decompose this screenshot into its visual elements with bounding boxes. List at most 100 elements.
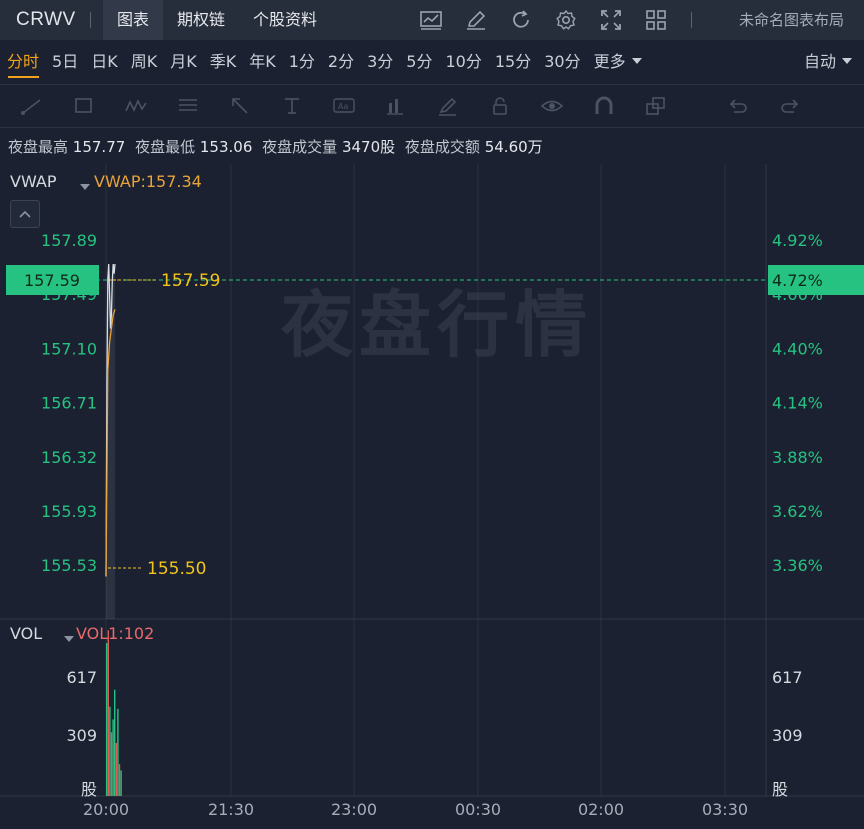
vol-tick-label: 617: [66, 668, 97, 687]
vol-tick-label: 309: [66, 726, 97, 745]
rectangle-tool-icon[interactable]: [72, 96, 96, 116]
period-daily[interactable]: 日K: [84, 40, 124, 84]
vol-indicator-name[interactable]: VOL: [10, 624, 42, 643]
price-tick-label: 155.53: [41, 556, 97, 575]
chevron-down-icon[interactable]: [80, 184, 90, 190]
price-tick-label: 157.10: [41, 339, 97, 358]
vol-indicator-value: VOL1:102: [76, 624, 155, 643]
arrow-tool-icon[interactable]: [228, 96, 252, 116]
ticker-symbol[interactable]: CRWV: [0, 9, 100, 31]
period-bar: 分时 5日 日K 周K 月K 季K 年K 1分 2分 3分 5分 10分 15分…: [0, 40, 864, 84]
vol-tick-label-right: 309: [772, 726, 803, 745]
pct-tick-label: 4.40%: [772, 339, 823, 358]
period-quarterly[interactable]: 季K: [203, 40, 243, 84]
period-10m[interactable]: 10分: [438, 40, 487, 84]
refresh-icon[interactable]: [510, 9, 532, 31]
trendline-tool-icon[interactable]: [20, 96, 44, 116]
session-stats: 夜盘最高 157.77 夜盘最低 153.06 夜盘成交量 3470股 夜盘成交…: [8, 136, 548, 157]
text-tool-icon[interactable]: Aa: [332, 96, 356, 116]
tab-chart[interactable]: 图表: [103, 0, 164, 40]
period-weekly[interactable]: 周K: [124, 40, 164, 84]
gear-icon[interactable]: [555, 9, 577, 31]
stat-low-value: 153.06: [199, 138, 253, 156]
volume-bar: [118, 764, 121, 796]
volume-bar: [106, 643, 108, 796]
stat-low-label: 夜盘最低: [135, 138, 196, 156]
period-more-dropdown[interactable]: 更多: [587, 40, 648, 84]
volume-bar: [112, 719, 114, 796]
price-tick-label: 155.93: [41, 502, 97, 521]
vol-tick-label: 股: [81, 780, 97, 799]
period-15m[interactable]: 15分: [488, 40, 537, 84]
stat-high-label: 夜盘最高: [8, 138, 69, 156]
high-marker-label: 157.59: [161, 271, 220, 291]
time-tick-label: 03:30: [702, 800, 748, 819]
period-3m[interactable]: 3分: [360, 40, 399, 84]
period-intraday[interactable]: 分时: [0, 40, 45, 84]
fib-tool-icon[interactable]: [176, 96, 200, 116]
redo-icon[interactable]: [778, 96, 802, 116]
layers-icon[interactable]: [644, 96, 668, 116]
fullscreen-icon[interactable]: [600, 9, 622, 31]
divider: [90, 12, 91, 28]
period-1m[interactable]: 1分: [282, 40, 321, 84]
pencil-icon[interactable]: [465, 9, 487, 31]
time-tick-label: 02:00: [578, 800, 624, 819]
time-tick-label: 23:00: [331, 800, 377, 819]
price-tick-label: 156.32: [41, 448, 97, 467]
pct-tick-label: 3.36%: [772, 556, 823, 575]
bar-pattern-tool-icon[interactable]: [384, 96, 408, 116]
grid-icon[interactable]: [645, 9, 667, 31]
auto-scale-dropdown[interactable]: 自动: [804, 40, 852, 84]
undo-icon[interactable]: [726, 96, 750, 116]
volume-bar: [117, 708, 119, 796]
volume-bar: [110, 732, 113, 796]
pct-tick-label: 4.92%: [772, 231, 823, 250]
stat-turnover-value: 54.60万: [484, 138, 543, 156]
volume-bars: [106, 630, 122, 796]
current-pct-label: 4.72%: [772, 271, 823, 290]
brush-tool-icon[interactable]: [436, 96, 460, 116]
period-monthly[interactable]: 月K: [163, 40, 203, 84]
stat-high-value: 157.77: [72, 138, 126, 156]
period-5d[interactable]: 5日: [45, 40, 84, 84]
pattern-tool-icon[interactable]: [124, 96, 148, 116]
volume-bar: [115, 742, 117, 796]
svg-text:Aa: Aa: [338, 102, 348, 111]
period-yearly[interactable]: 年K: [242, 40, 282, 84]
pct-tick-label: 4.14%: [772, 394, 823, 413]
period-more-label: 更多: [593, 52, 626, 71]
magnet-icon[interactable]: [592, 96, 616, 116]
intraday-chart[interactable]: 夜盘行情 157.89157.49157.10156.71156.32155.9…: [0, 164, 864, 829]
time-tick-label: 00:30: [455, 800, 501, 819]
eye-icon[interactable]: [540, 96, 564, 116]
period-30m[interactable]: 30分: [537, 40, 586, 84]
volume-bar: [109, 706, 111, 796]
chart-grid: [0, 164, 864, 797]
pct-tick-label: 3.88%: [772, 448, 823, 467]
tab-options-chain[interactable]: 期权链: [163, 0, 239, 40]
watermark: 夜盘行情: [280, 283, 593, 367]
chart-layout-name[interactable]: 未命名图表布局: [739, 0, 844, 40]
line-chart-icon[interactable]: [420, 9, 442, 31]
chevron-up-icon: [19, 210, 31, 218]
stat-turnover-label: 夜盘成交额: [404, 138, 480, 156]
vol-tick-label-right: 股: [772, 780, 788, 799]
period-2m[interactable]: 2分: [321, 40, 360, 84]
tab-stock-profile[interactable]: 个股资料: [239, 0, 331, 40]
measure-tool-icon[interactable]: [280, 96, 304, 116]
time-tick-label: 21:30: [208, 800, 254, 819]
auto-scale-label: 自动: [803, 52, 836, 71]
stat-volume-label: 夜盘成交量: [262, 138, 338, 156]
vwap-indicator-name[interactable]: VWAP: [10, 172, 56, 191]
pct-tick-label: 3.62%: [772, 502, 823, 521]
price-tick-label: 156.71: [41, 394, 97, 413]
stat-volume-value: 3470股: [341, 138, 396, 156]
current-price-label: 157.59: [24, 271, 80, 290]
chevron-down-icon[interactable]: [64, 636, 74, 642]
time-axis: 20:00 21:30 23:00 00:30 02:00 03:30: [83, 800, 748, 819]
lock-icon[interactable]: [488, 96, 512, 116]
volume-bar: [120, 770, 122, 796]
period-5m[interactable]: 5分: [399, 40, 438, 84]
collapse-button[interactable]: [10, 200, 40, 228]
